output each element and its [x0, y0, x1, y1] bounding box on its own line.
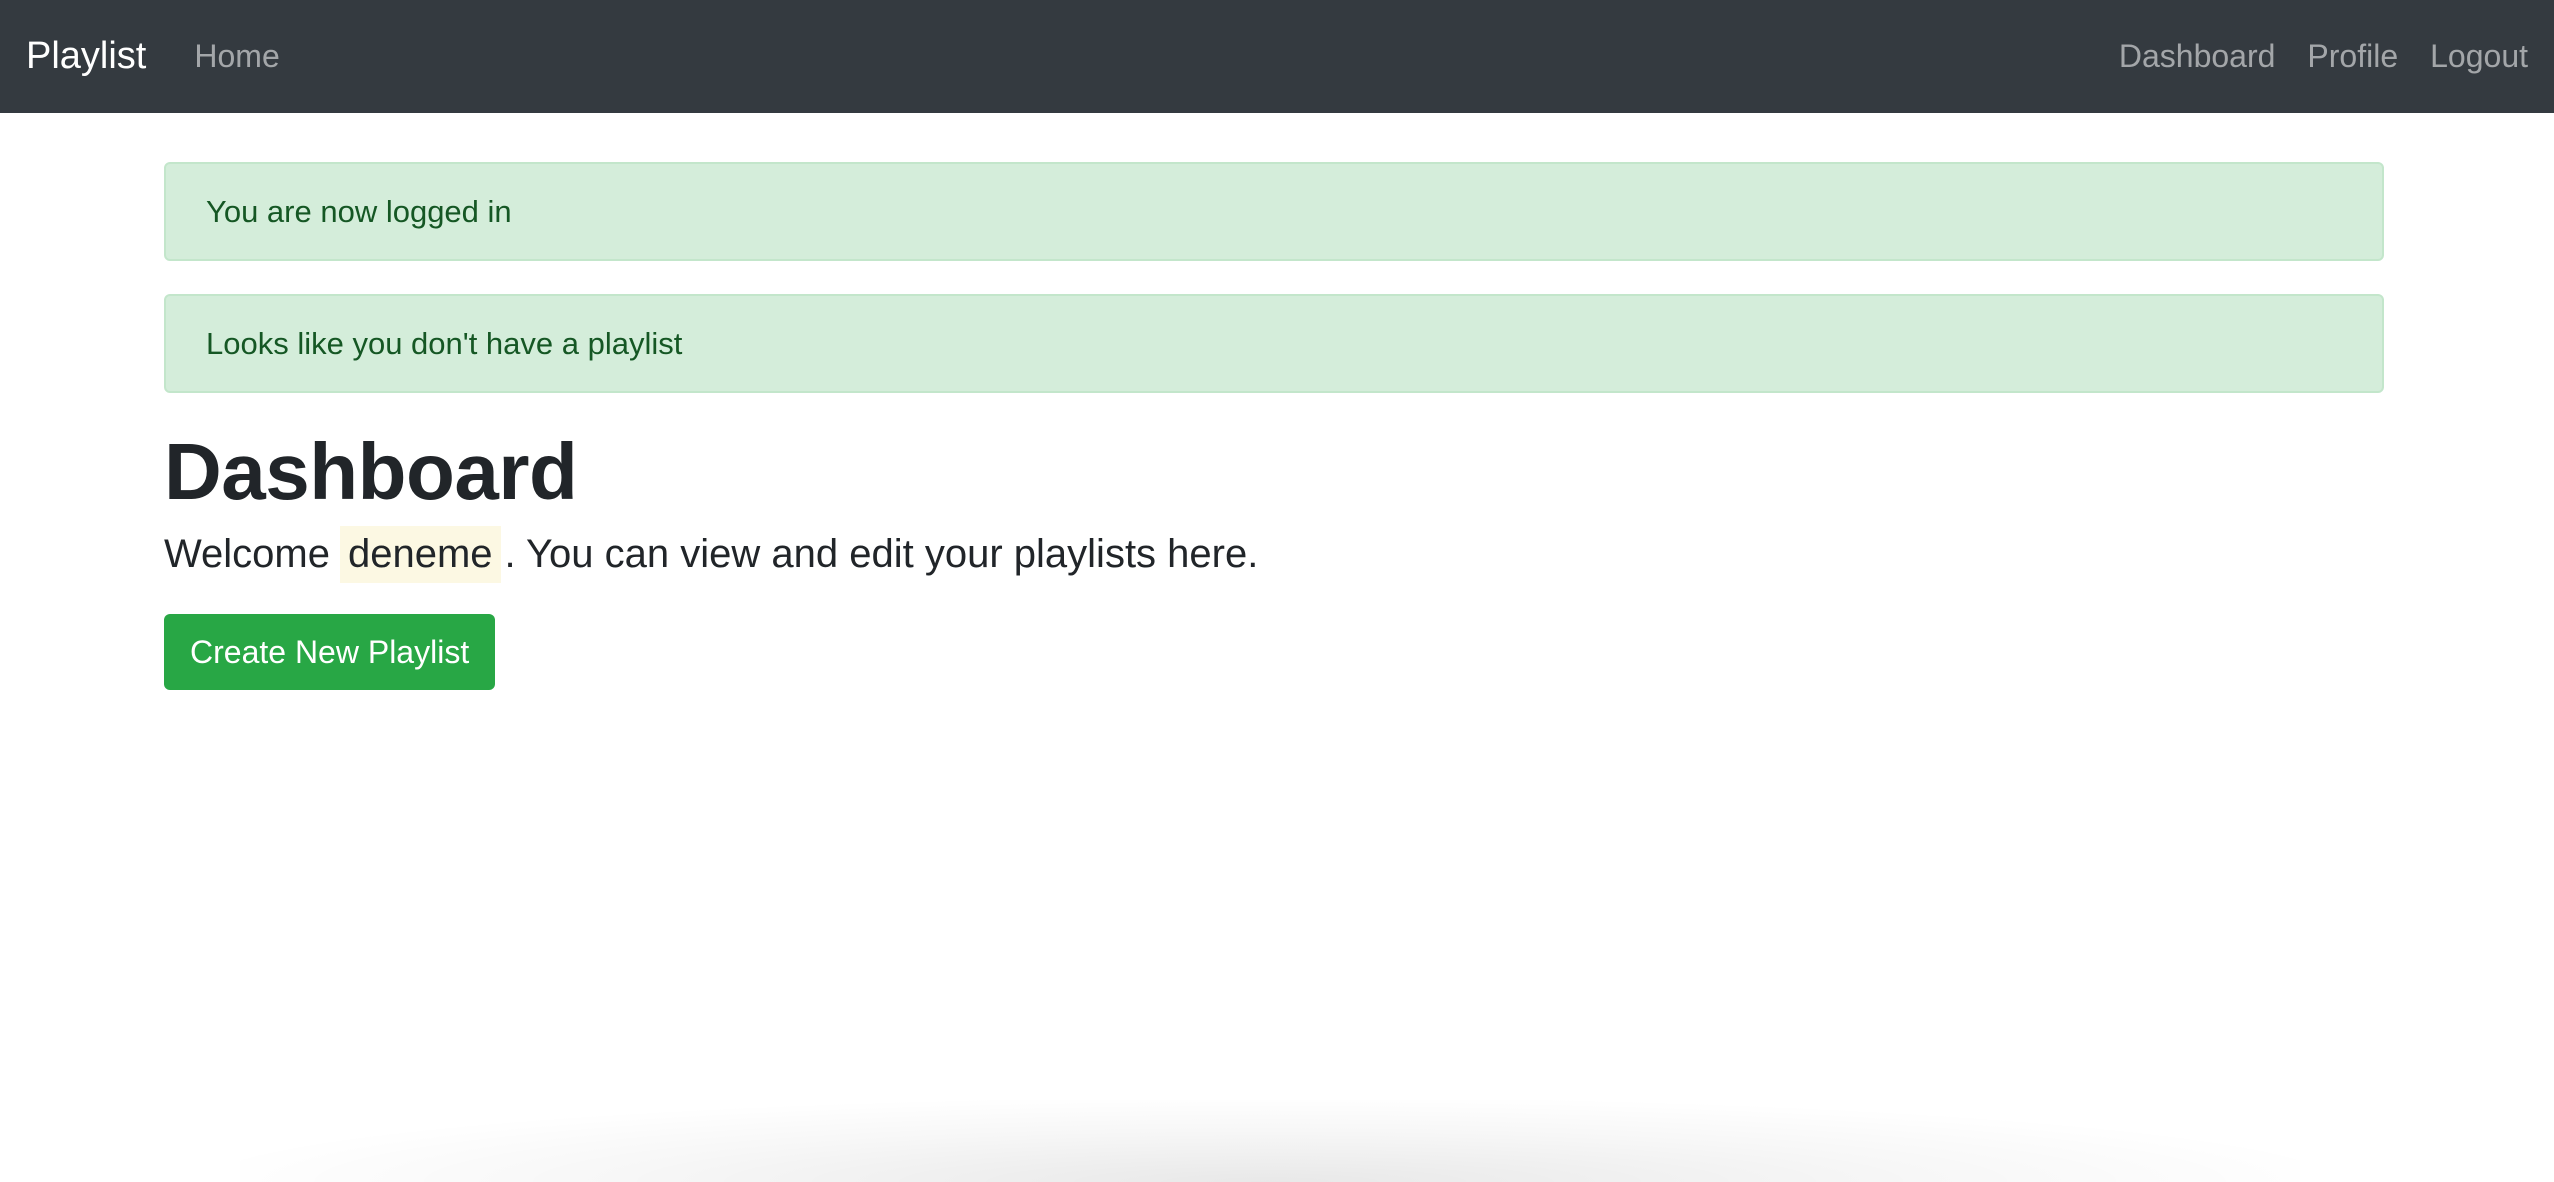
nav-link-dashboard[interactable]: Dashboard — [2119, 38, 2276, 75]
welcome-message: Welcome deneme . You can view and edit y… — [164, 526, 2384, 583]
main-container: You are now logged in Looks like you don… — [164, 162, 2384, 690]
bottom-shadow-decoration — [240, 1100, 2300, 1182]
welcome-suffix: . You can view and edit your playlists h… — [504, 532, 1259, 576]
brand-link[interactable]: Playlist — [26, 35, 146, 78]
nav-link-logout[interactable]: Logout — [2430, 38, 2528, 75]
alert-logged-in: You are now logged in — [164, 162, 2384, 261]
navbar-left: Playlist Home — [26, 35, 280, 78]
nav-link-profile[interactable]: Profile — [2307, 38, 2398, 75]
username-highlight: deneme — [339, 526, 501, 583]
top-navbar: Playlist Home Dashboard Profile Logout — [0, 0, 2554, 113]
create-new-playlist-button[interactable]: Create New Playlist — [164, 614, 496, 690]
nav-link-home[interactable]: Home — [194, 38, 279, 75]
alert-no-playlist: Looks like you don't have a playlist — [164, 294, 2384, 393]
welcome-prefix: Welcome — [164, 532, 330, 576]
page-title: Dashboard — [164, 427, 578, 516]
navbar-right: Dashboard Profile Logout — [2087, 38, 2528, 75]
